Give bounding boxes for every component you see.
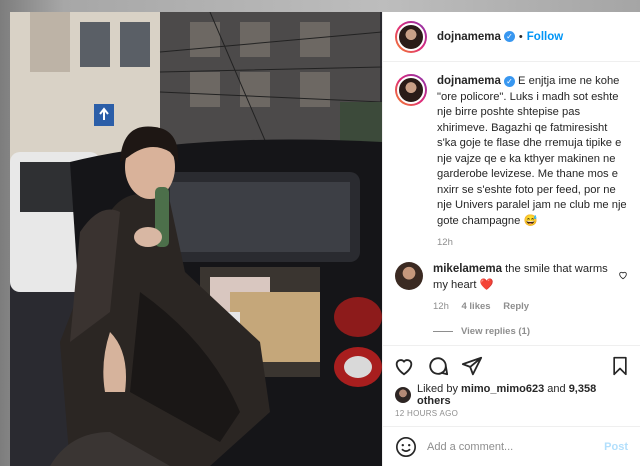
comment-like-icon[interactable]	[618, 270, 628, 280]
comment-time[interactable]: 12h	[433, 301, 449, 312]
comment-input[interactable]: Add a comment...	[427, 441, 594, 453]
post-side-panel: dojnamema ✓ • Follow dojnamema ✓ E enjtja…	[382, 12, 640, 466]
likes-middle: and	[547, 383, 566, 395]
likes-summary: Liked by mimo_mimo623 and 9,358 others	[383, 383, 640, 407]
caption-username[interactable]: dojnamema	[437, 75, 501, 87]
view-replies-label: View replies (1)	[461, 326, 530, 337]
caption: dojnamema ✓ E enjtja ime ne kohe "ore pol…	[395, 74, 628, 248]
caption-body: dojnamema ✓ E enjtja ime ne kohe "ore pol…	[437, 74, 628, 229]
action-bar	[383, 345, 640, 385]
verified-icon: ✓	[503, 75, 515, 87]
bookmark-icon[interactable]	[610, 355, 630, 377]
comments-list[interactable]: dojnamema ✓ E enjtja ime ne kohe "ore pol…	[383, 62, 640, 345]
reply-button[interactable]: Reply	[503, 301, 529, 312]
photo-illustration	[10, 12, 382, 466]
follow-button[interactable]: Follow	[527, 31, 563, 43]
comment-item: mikelamema the smile that warms my heart…	[395, 262, 628, 312]
liker-avatar[interactable]	[395, 387, 411, 403]
comment-avatar[interactable]	[395, 262, 423, 290]
heart-icon[interactable]	[393, 355, 415, 377]
comment-likes[interactable]: 4 likes	[462, 301, 491, 312]
liker-username[interactable]: mimo_mimo623	[461, 383, 544, 395]
add-comment-bar: Add a comment... Post	[383, 426, 640, 466]
header-username[interactable]: dojnamema	[437, 31, 501, 43]
separator-dot: •	[518, 30, 523, 43]
comment-body: mikelamema the smile that warms my heart…	[433, 262, 608, 293]
post-photo[interactable]	[10, 12, 382, 466]
post-timestamp[interactable]: 12 HOURS AGO	[383, 405, 640, 426]
view-replies-button[interactable]: View replies (1)	[433, 326, 628, 337]
likes-prefix: Liked by	[417, 383, 458, 395]
post-header: dojnamema ✓ • Follow	[383, 12, 640, 62]
emoji-icon[interactable]	[395, 436, 417, 458]
likes-text: Liked by mimo_mimo623 and 9,358 others	[417, 383, 628, 407]
verified-icon: ✓	[503, 31, 515, 42]
comment-icon[interactable]	[427, 355, 449, 377]
post-button[interactable]: Post	[604, 441, 628, 453]
avatar[interactable]	[395, 20, 427, 53]
comment-username[interactable]: mikelamema	[433, 263, 502, 275]
post-modal: dojnamema ✓ • Follow dojnamema ✓ E enjtja…	[10, 12, 640, 466]
caption-text: E enjtja ime ne kohe "ore policore". Luk…	[437, 75, 627, 227]
comment-meta: 12h 4 likes Reply	[433, 301, 608, 312]
caption-time[interactable]: 12h	[437, 237, 628, 248]
heart-emoji: ❤️	[479, 278, 494, 291]
share-icon[interactable]	[461, 355, 483, 377]
caption-avatar[interactable]	[395, 74, 427, 106]
